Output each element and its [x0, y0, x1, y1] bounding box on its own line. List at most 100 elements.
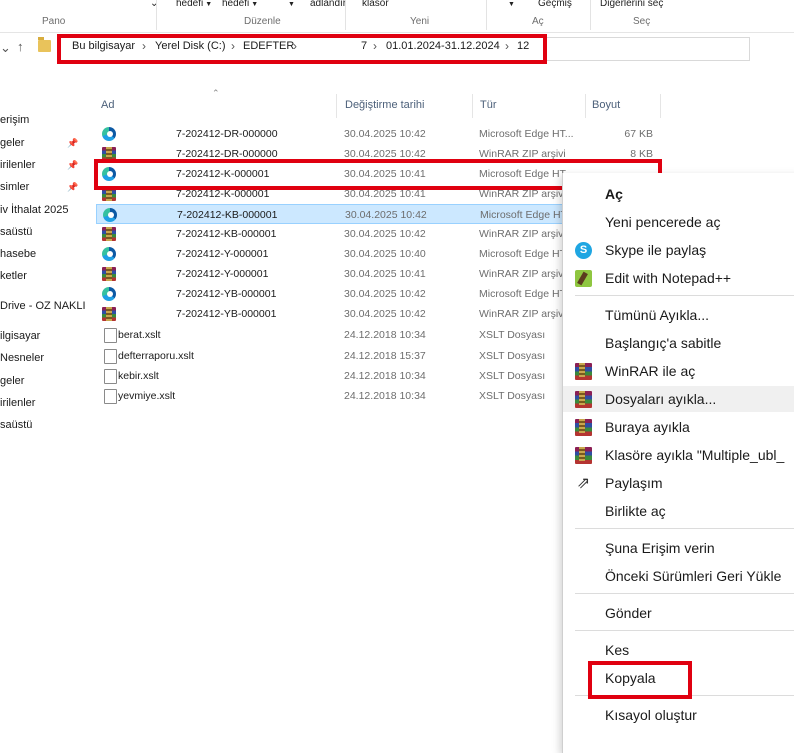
- sidebar-item-documents[interactable]: irilenler: [0, 159, 35, 171]
- notepadpp-icon: [575, 270, 592, 287]
- menu-item-create-shortcut[interactable]: Kısayol oluştur: [563, 702, 794, 728]
- sidebar-item-onedrive[interactable]: Drive - OZ NAKLI: [0, 300, 86, 312]
- menu-separator: [575, 528, 794, 529]
- menu-item-extract-all[interactable]: Tümünü Ayıkla...: [563, 302, 794, 328]
- winrar-icon: [575, 391, 592, 408]
- edge-icon: [102, 127, 116, 141]
- menu-separator: [575, 630, 794, 631]
- menu-item-label: Buraya ayıkla: [605, 419, 690, 435]
- ribbon-divider: [345, 0, 346, 30]
- ribbon-button-copy-to[interactable]: hedefi ▼: [222, 0, 258, 9]
- menu-item-label: Yeni pencerede aç: [605, 214, 721, 230]
- sidebar-item-pictures[interactable]: simler: [0, 181, 29, 193]
- column-divider[interactable]: [585, 94, 586, 118]
- file-date: 30.04.2025 10:40: [344, 248, 426, 260]
- sidebar-item-this-pc[interactable]: ilgisayar: [0, 330, 40, 342]
- ribbon-button-history[interactable]: Geçmiş: [538, 0, 572, 9]
- menu-item-share[interactable]: ⇗ Paylaşım: [563, 470, 794, 496]
- highlight-box-copy: [588, 661, 692, 699]
- menu-item-extract-to-folder[interactable]: Klasöre ayıkla "Multiple_ubl_: [563, 442, 794, 468]
- menu-item-label: Edit with Notepad++: [605, 270, 732, 286]
- menu-item-extract-here[interactable]: Buraya ayıkla: [563, 414, 794, 440]
- menu-item-open-with[interactable]: Birlikte aç: [563, 498, 794, 524]
- sidebar-item-import-2025[interactable]: iv İthalat 2025: [0, 204, 69, 216]
- menu-item-edit-notepadpp[interactable]: Edit with Notepad++: [563, 265, 794, 291]
- file-size: 67 KB: [624, 128, 653, 140]
- sidebar-item-downloads-pc[interactable]: geler: [0, 375, 24, 387]
- sidebar-item-accounting[interactable]: hasebe: [0, 248, 36, 260]
- ribbon-button-new-folder[interactable]: klasör: [362, 0, 389, 9]
- recent-locations-chevron-icon[interactable]: ⌄: [0, 40, 11, 56]
- up-arrow-icon[interactable]: ↑: [17, 39, 24, 54]
- ribbon-group-select: Seç: [633, 16, 651, 27]
- menu-item-pin-start[interactable]: Başlangıç'a sabitle: [563, 330, 794, 356]
- column-divider[interactable]: [472, 94, 473, 118]
- menu-item-label: Paylaşım: [605, 475, 663, 491]
- menu-item-label: Şuna Erişim verin: [605, 540, 715, 556]
- sidebar-item-quick-access[interactable]: erişim: [0, 114, 29, 126]
- edge-icon: [103, 208, 117, 222]
- ribbon-button-rename[interactable]: adlandır: [310, 0, 346, 9]
- file-date: 24.12.2018 15:37: [344, 350, 426, 362]
- menu-item-open[interactable]: Aç: [563, 181, 794, 207]
- column-header-name[interactable]: Ad: [101, 99, 114, 111]
- file-row[interactable]: 7-202412-DR-000000 30.04.2025 10:42 Micr…: [96, 124, 661, 144]
- sidebar-item-3d-objects[interactable]: Nesneler: [0, 352, 44, 364]
- menu-item-label: Klasöre ayıkla "Multiple_ubl_: [605, 447, 785, 463]
- menu-item-cut[interactable]: Kes: [563, 637, 794, 663]
- menu-item-label: Kısayol oluştur: [605, 707, 697, 723]
- file-name: berat.xslt: [118, 329, 161, 341]
- ribbon-divider: [156, 0, 157, 30]
- ribbon-group-open: Aç: [532, 16, 544, 27]
- ribbon-button-move-to[interactable]: hedefi ▼: [176, 0, 212, 9]
- file-name: kebir.xslt: [118, 370, 159, 382]
- file-date: 30.04.2025 10:42: [344, 228, 426, 240]
- column-divider[interactable]: [336, 94, 337, 118]
- pin-icon: 📌: [67, 160, 79, 170]
- winrar-icon: [575, 419, 592, 436]
- sidebar-item-packages[interactable]: ketler: [0, 270, 27, 282]
- column-header-type[interactable]: Tür: [480, 99, 497, 111]
- file-name: 7-202412-Y-000001: [176, 248, 269, 260]
- file-name: 7-202412-Y-000001: [176, 268, 269, 280]
- ribbon-divider: [486, 0, 487, 30]
- menu-item-send-to[interactable]: Gönder: [563, 600, 794, 626]
- menu-item-restore-versions[interactable]: Önceki Sürümleri Geri Yükle: [563, 563, 794, 589]
- column-header-date[interactable]: Değiştirme tarihi: [345, 99, 424, 111]
- ribbon-group-organize: Düzenle: [244, 16, 281, 27]
- ribbon-group-clipboard: Pano: [42, 16, 66, 27]
- winrar-icon: [102, 307, 116, 321]
- share-icon: ⇗: [576, 475, 591, 492]
- file-type: Microsoft Edge HT...: [479, 128, 574, 140]
- ribbon-button-open-caret[interactable]: ▼: [506, 0, 515, 9]
- menu-item-give-access[interactable]: Şuna Erişim verin: [563, 535, 794, 561]
- menu-item-label: Kes: [605, 642, 630, 658]
- menu-item-open-winrar[interactable]: WinRAR ile aç: [563, 358, 794, 384]
- ribbon-group-new: Yeni: [410, 16, 430, 27]
- menu-item-label: Başlangıç'a sabitle: [605, 335, 722, 351]
- sidebar-item-desktop[interactable]: saüstü: [0, 226, 32, 238]
- file-date: 30.04.2025 10:42: [344, 128, 426, 140]
- sidebar-item-documents-pc[interactable]: irilenler: [0, 397, 35, 409]
- edge-icon: [102, 287, 116, 301]
- menu-item-extract-files[interactable]: Dosyaları ayıkla...: [563, 386, 794, 412]
- file-name: 7-202412-YB-000001: [176, 288, 277, 300]
- highlight-box-address: [57, 34, 547, 64]
- ribbon-button-invert-selection[interactable]: Diğerlerini seç: [600, 0, 663, 9]
- menu-item-share-skype[interactable]: S Skype ile paylaş: [563, 237, 794, 263]
- column-header-size[interactable]: Boyut: [592, 99, 620, 111]
- ribbon-button-delete-caret[interactable]: ▼: [286, 0, 295, 9]
- menu-item-open-new-window[interactable]: Yeni pencerede aç: [563, 209, 794, 235]
- menu-item-label: Önceki Sürümleri Geri Yükle: [605, 568, 782, 584]
- file-date: 24.12.2018 10:34: [344, 390, 426, 402]
- sidebar-item-downloads[interactable]: geler: [0, 137, 24, 149]
- file-date: 30.04.2025 10:41: [344, 268, 426, 280]
- winrar-icon: [575, 447, 592, 464]
- menu-item-label: Gönder: [605, 605, 652, 621]
- column-divider[interactable]: [660, 94, 661, 118]
- sidebar-item-desktop-pc[interactable]: saüstü: [0, 419, 32, 431]
- menu-separator: [575, 593, 794, 594]
- document-icon: [104, 369, 117, 384]
- menu-item-label: Skype ile paylaş: [605, 242, 707, 258]
- menu-item-label: Birlikte aç: [605, 503, 666, 519]
